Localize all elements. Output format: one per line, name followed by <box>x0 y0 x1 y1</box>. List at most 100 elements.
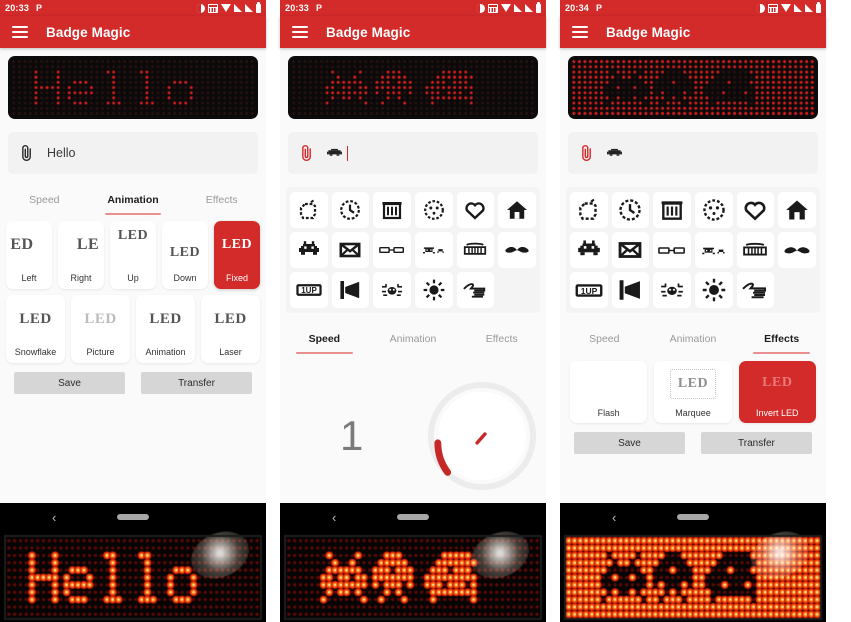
transfer-button[interactable]: Transfer <box>700 432 812 454</box>
one-up-icon[interactable]: 1UP <box>569 272 608 308</box>
speed-dial[interactable] <box>427 382 536 490</box>
tab-effects[interactable]: Effects <box>737 325 826 354</box>
ball-icon[interactable] <box>694 192 733 228</box>
tab-speed[interactable]: Speed <box>560 325 649 354</box>
status-bar-2: 20:33 P <box>279 0 546 16</box>
house-icon[interactable] <box>778 192 816 228</box>
text-input-value[interactable] <box>606 147 625 159</box>
back-icon[interactable]: ‹ <box>332 511 336 524</box>
text-input-row-2[interactable] <box>287 132 538 174</box>
pointing-hand-icon[interactable] <box>736 272 775 308</box>
home-pill[interactable] <box>117 514 149 520</box>
effect-card-flash[interactable]: Flash <box>569 361 648 423</box>
animation-card-animation[interactable]: LED Animation <box>136 295 195 363</box>
apple-icon[interactable] <box>569 192 608 228</box>
trash-icon[interactable] <box>373 192 411 228</box>
animation-card-snowflake[interactable]: LED Snowflake <box>6 295 65 363</box>
trash-icon[interactable] <box>653 192 691 228</box>
crab-icon[interactable] <box>414 232 453 268</box>
one-up-icon[interactable]: 1UP <box>289 272 328 308</box>
speaker-icon[interactable] <box>611 272 650 308</box>
status-bar-3: 20:34 P <box>559 0 826 16</box>
dnd-icon <box>196 3 205 13</box>
save-button[interactable]: Save <box>14 372 125 394</box>
paperclip-icon[interactable] <box>580 144 594 162</box>
tab-effects[interactable]: Effects <box>177 186 266 215</box>
hamburger-icon[interactable] <box>291 26 308 38</box>
effect-card-invert-led[interactable]: LED Invert LED <box>738 361 816 423</box>
card-glyph: LED <box>169 245 201 260</box>
tab-bar-2: Speed Animation Effects <box>280 325 546 354</box>
clock-icon[interactable] <box>331 192 370 228</box>
animation-card-right[interactable]: LE Right <box>58 221 104 289</box>
animation-card-laser[interactable]: LED Laser <box>201 295 260 363</box>
sun-icon[interactable] <box>694 272 733 308</box>
back-icon[interactable]: ‹ <box>612 511 616 524</box>
animation-card-down[interactable]: LED Down <box>162 221 208 289</box>
animation-card-fixed[interactable]: LED Fixed <box>214 221 260 289</box>
animation-card-left[interactable]: ED Left <box>6 221 52 289</box>
tab-effects[interactable]: Effects <box>457 325 546 354</box>
spider-icon[interactable] <box>653 272 691 308</box>
space-invader-icon[interactable] <box>289 232 328 268</box>
card-glyph: LED <box>762 375 793 390</box>
house-icon[interactable] <box>498 192 536 228</box>
animation-card-picture[interactable]: LED Picture <box>71 295 130 363</box>
animation-card-up[interactable]: LED Up <box>110 221 156 289</box>
card-glyph: LED <box>221 237 253 252</box>
tab-speed[interactable]: Speed <box>0 186 89 215</box>
space-invader-icon[interactable] <box>569 232 608 268</box>
badge-photo-2 <box>279 531 546 622</box>
hamburger-icon[interactable] <box>12 26 28 38</box>
home-pill[interactable] <box>396 514 429 520</box>
save-button[interactable]: Save <box>573 432 685 454</box>
led-matrix <box>570 59 815 116</box>
tab-bar-3: Speed Animation Effects <box>560 325 826 354</box>
card-label: Up <box>127 273 139 283</box>
paperclip-icon[interactable] <box>300 144 314 162</box>
sun-icon[interactable] <box>414 272 453 308</box>
back-icon[interactable]: ‹ <box>52 511 56 524</box>
tab-animation[interactable]: Animation <box>89 186 178 215</box>
crab-icon[interactable] <box>694 232 733 268</box>
home-pill[interactable] <box>676 514 709 520</box>
text-input-row-1[interactable]: Hello <box>8 132 258 174</box>
tab-animation[interactable]: Animation <box>369 325 458 354</box>
text-input-row-3[interactable] <box>567 132 818 174</box>
animation-grid-row-2: LED Snowflake LED Picture LED Animation … <box>0 289 266 363</box>
hamburger-icon[interactable] <box>571 26 588 38</box>
tab-animation[interactable]: Animation <box>649 325 738 354</box>
envelope-icon[interactable] <box>611 232 650 268</box>
led-preview-2[interactable] <box>287 56 538 119</box>
clock-icon[interactable] <box>611 192 650 228</box>
heart-icon[interactable] <box>456 192 495 228</box>
text-input-value[interactable]: Hello <box>47 146 76 160</box>
tab-speed[interactable]: Speed <box>280 325 369 354</box>
app-bar-3: Badge Magic <box>559 16 826 48</box>
spider-icon[interactable] <box>373 272 411 308</box>
text-input-value[interactable] <box>326 145 349 161</box>
mustache-icon[interactable] <box>778 232 816 268</box>
apple-icon[interactable] <box>289 192 328 228</box>
effect-card-marquee[interactable]: LED Marquee <box>654 361 732 423</box>
teeth-icon[interactable] <box>456 232 495 268</box>
invader-icon <box>326 148 342 156</box>
heart-icon[interactable] <box>736 192 775 228</box>
paperclip-icon[interactable] <box>20 144 34 162</box>
pointing-hand-icon[interactable] <box>456 272 495 308</box>
teeth-icon[interactable] <box>736 232 775 268</box>
led-preview-3[interactable] <box>567 56 818 119</box>
signal-icon <box>804 4 813 12</box>
badge-photo-canvas <box>0 531 266 622</box>
ball-icon[interactable] <box>414 192 453 228</box>
card-label: Left <box>21 273 37 283</box>
svg-text:1UP: 1UP <box>301 286 317 295</box>
led-preview-1[interactable] <box>8 56 258 119</box>
mustache-icon[interactable] <box>498 232 536 268</box>
glasses-icon[interactable] <box>653 232 691 268</box>
pixel-icon-grid-2: 1UP <box>285 187 540 313</box>
glasses-icon[interactable] <box>373 232 411 268</box>
speaker-icon[interactable] <box>331 272 370 308</box>
transfer-button[interactable]: Transfer <box>141 372 252 394</box>
envelope-icon[interactable] <box>331 232 370 268</box>
